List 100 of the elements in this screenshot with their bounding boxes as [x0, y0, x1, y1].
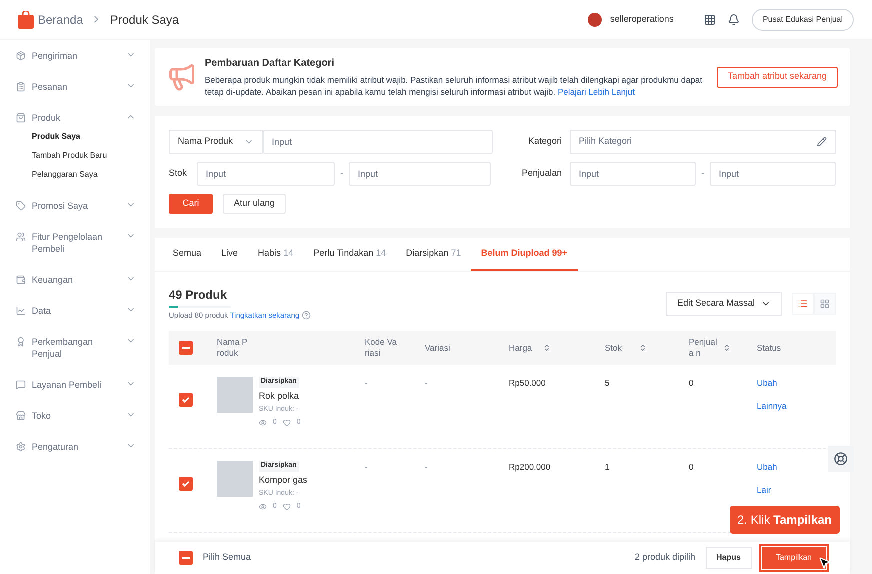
- menu-icon: [16, 411, 26, 421]
- table-cell: 1: [605, 462, 610, 472]
- breadcrumb-link[interactable]: Beranda: [38, 10, 84, 28]
- selected-count: 2 produk dipilih: [634, 551, 696, 564]
- help-center-button[interactable]: Pusat Edukasi Penjual: [752, 8, 854, 30]
- sales-label: Penjualan: [520, 167, 562, 180]
- grid-icon: [820, 298, 830, 309]
- tab[interactable]: Diarsipkan 71: [396, 238, 472, 271]
- eye-icon: [259, 419, 267, 427]
- table-cell: -: [365, 378, 368, 388]
- photo-placeholder: [217, 461, 253, 498]
- heart-icon: [282, 419, 291, 427]
- action-link[interactable]: Lair: [757, 484, 772, 497]
- product-name-field[interactable]: Input: [263, 130, 493, 154]
- column-header: Nama Produk: [217, 337, 249, 360]
- filter-select[interactable]: Nama Produk: [169, 130, 263, 154]
- cursor-icon: [818, 556, 832, 570]
- checkbox[interactable]: [179, 477, 193, 492]
- sidebar-item[interactable]: Produk: [32, 112, 120, 124]
- banner-text: Beberapa produk mungkin tidak memiliki atribut wajib. Pastikan seluruh informasi atribut wajib telah dilengkapi agar produkmu dapat tetap di-update. Abaikan pesan ini apabila kamu telah mengisi seluruh informasi atribut wajib. Pelajari Lebih Lanjut: [205, 74, 704, 98]
- apps-grid-icon[interactable]: [704, 14, 716, 26]
- list-icon: [798, 298, 808, 309]
- menu-icon: [16, 232, 26, 242]
- sales-max-field[interactable]: Input: [710, 162, 836, 186]
- table-cell: Rp50.000: [509, 378, 546, 388]
- search-button[interactable]: Cari: [169, 194, 213, 214]
- tab[interactable]: Semua: [163, 238, 212, 271]
- avatar-icon: [588, 12, 602, 26]
- sidebar-subitem[interactable]: Produk Saya: [32, 131, 136, 143]
- table-cell: 0: [689, 462, 694, 472]
- menu-icon: [16, 82, 26, 92]
- sidebar-subitem[interactable]: Tambah Produk Baru: [32, 150, 136, 162]
- tab[interactable]: Perlu Tindakan 14: [304, 238, 396, 271]
- notification-icon[interactable]: [728, 14, 740, 26]
- sidebar-item[interactable]: Keuangan: [32, 274, 120, 286]
- menu-icon: [16, 113, 26, 123]
- column-header[interactable]: Harga: [509, 342, 551, 354]
- product-count: 49 Produk: [169, 287, 228, 304]
- banner-title: Pembaruan Daftar Kategori: [205, 57, 336, 71]
- page-title: Produk Saya: [110, 12, 180, 28]
- menu-icon: [16, 306, 26, 316]
- reset-button[interactable]: Atur ulang: [223, 194, 286, 214]
- category-label: Kategori: [527, 135, 562, 148]
- sort-icon[interactable]: [639, 344, 647, 352]
- checkbox[interactable]: [179, 341, 193, 356]
- tab[interactable]: Habis 14: [248, 238, 304, 271]
- sidebar-item[interactable]: Promosi Saya: [32, 200, 120, 212]
- select-all-label[interactable]: Pilih Semua: [203, 551, 252, 565]
- bulk-edit-dropdown[interactable]: Edit Secara Massal: [666, 292, 782, 316]
- checkmark-icon: [181, 479, 191, 490]
- category-field[interactable]: Pilih Kategori: [570, 130, 836, 154]
- action-link[interactable]: Lainnya: [757, 400, 787, 413]
- eye-icon: [259, 503, 267, 511]
- range-separator: -: [700, 167, 706, 180]
- add-attribute-button[interactable]: Tambah atribut sekarang: [716, 66, 838, 88]
- action-link[interactable]: Ubah: [757, 377, 778, 390]
- menu-icon: [16, 51, 26, 61]
- column-header: Variasi: [425, 342, 452, 354]
- tab[interactable]: Belum Diupload 99+: [471, 238, 578, 271]
- action-link[interactable]: Ubah: [757, 461, 778, 474]
- tab[interactable]: Live: [212, 238, 248, 271]
- table-cell: -: [425, 462, 428, 472]
- sort-icon[interactable]: [723, 344, 731, 352]
- checkbox[interactable]: [179, 393, 193, 408]
- sidebar-item[interactable]: Pengaturan: [32, 441, 120, 453]
- sidebar-item[interactable]: Perkembangan Penjual: [32, 336, 120, 360]
- grid-view-button[interactable]: [814, 292, 836, 315]
- stock-min-field[interactable]: Input: [197, 162, 335, 186]
- product-name[interactable]: Rok polka: [259, 390, 301, 404]
- shopping-bag-logo-icon[interactable]: [18, 10, 34, 28]
- support-icon: [834, 452, 848, 466]
- stock-label: Stok: [169, 167, 188, 180]
- sidebar-subitem[interactable]: Pelanggaran Saya: [32, 169, 136, 181]
- username[interactable]: selleroperations: [610, 12, 674, 26]
- pencil-icon[interactable]: [817, 137, 827, 147]
- delete-button[interactable]: Hapus: [706, 547, 752, 569]
- table-cell: -: [425, 378, 428, 388]
- sidebar-item[interactable]: Toko: [32, 410, 120, 422]
- show-button[interactable]: Tampilkan: [762, 547, 826, 569]
- column-header[interactable]: Stok: [605, 342, 647, 354]
- sort-icon[interactable]: [543, 344, 551, 352]
- product-name[interactable]: Kompor gas: [259, 474, 308, 488]
- checkbox[interactable]: [179, 551, 193, 565]
- column-header: Status: [757, 342, 782, 354]
- help-icon[interactable]: [302, 311, 311, 320]
- sidebar-item[interactable]: Pesanan: [32, 81, 120, 93]
- stock-max-field[interactable]: Input: [349, 162, 491, 186]
- tooltip: 2. Klik Tampilkan: [730, 506, 840, 534]
- sidebar-item[interactable]: Pengiriman: [32, 50, 120, 62]
- menu-icon: [16, 380, 26, 390]
- sidebar-item[interactable]: Layanan Pembeli: [32, 379, 120, 391]
- table-cell: Rp200.000: [509, 462, 551, 472]
- sidebar-item[interactable]: Data: [32, 305, 120, 317]
- sales-min-field[interactable]: Input: [570, 162, 696, 186]
- column-header: Kode Va riasi: [365, 337, 397, 360]
- sidebar-item[interactable]: Fitur Pengelolaan Pembeli: [32, 231, 120, 255]
- range-separator: -: [340, 167, 344, 180]
- learn-more-link[interactable]: Pelajari Lebih Lanjut: [558, 87, 636, 97]
- list-view-button[interactable]: [792, 292, 814, 315]
- column-header[interactable]: Penjuala n: [689, 337, 731, 360]
